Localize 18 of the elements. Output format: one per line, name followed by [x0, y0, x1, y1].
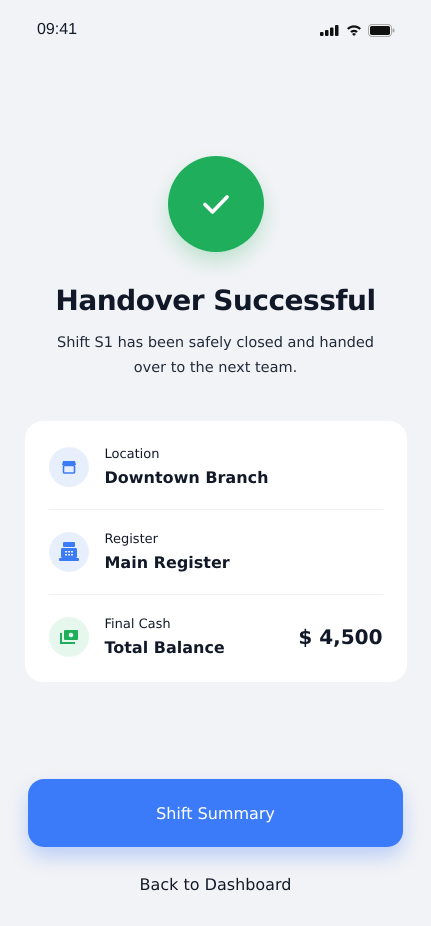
- store-icon: [60, 459, 76, 475]
- signal-icon: [320, 24, 340, 36]
- detail-value: Main Register: [104, 553, 231, 572]
- shift-summary-button[interactable]: Shift Summary: [28, 779, 403, 847]
- detail-label: Final Cash: [104, 617, 172, 632]
- battery-icon: [368, 24, 395, 36]
- detail-value: Total Balance: [104, 638, 226, 657]
- back-to-dashboard-link[interactable]: Back to Dashboard: [140, 875, 292, 894]
- success-message: Shift S1 has been safely closed and handed over to the next team.: [56, 334, 376, 378]
- success-title: Handover Successful: [55, 284, 376, 317]
- banknote-icon: [58, 629, 78, 645]
- wifi-icon: [346, 24, 362, 36]
- status-time: 09:41: [37, 21, 78, 39]
- cash-register-icon: [58, 542, 80, 562]
- detail-value: Downtown Branch: [104, 468, 270, 487]
- detail-label: Register: [104, 532, 160, 547]
- detail-label: Location: [104, 447, 160, 462]
- amount-text: $ 4,500: [298, 625, 382, 649]
